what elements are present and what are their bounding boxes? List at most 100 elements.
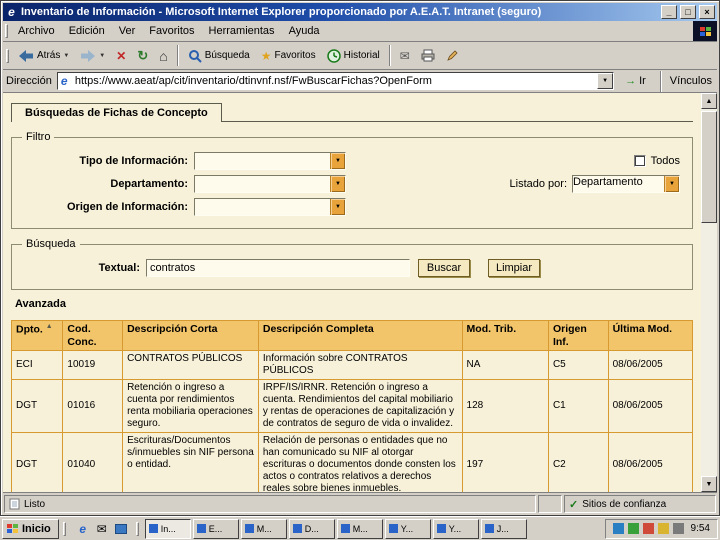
chevron-down-icon[interactable]: ▼ — [330, 176, 345, 192]
start-button[interactable]: Inicio — [2, 518, 59, 539]
origen-informacion-label: Origen de Información: — [66, 201, 188, 213]
limpiar-button[interactable]: Limpiar — [488, 259, 540, 277]
tray-icon[interactable] — [612, 523, 624, 534]
origen-informacion-select[interactable]: ▼ — [194, 198, 346, 216]
vertical-scrollbar[interactable]: ▲ ▼ — [701, 93, 717, 492]
edit-button[interactable] — [441, 44, 464, 68]
chevron-down-icon[interactable]: ▼ — [330, 199, 345, 215]
stop-icon: ✕ — [116, 48, 127, 63]
forward-button[interactable]: ▼ — [75, 44, 110, 68]
links-bar[interactable]: Vínculos — [670, 75, 714, 87]
todos-checkbox[interactable] — [633, 155, 646, 167]
results-table: Dpto. ▲ Cod. Conc. Descripción Corta Des… — [10, 319, 694, 492]
table-row: ECI 10019 CONTRATOS PÚBLICOS Información… — [10, 350, 694, 381]
scrollbar-track[interactable] — [701, 109, 717, 476]
forward-arrow-icon — [81, 49, 96, 62]
busqueda-fieldset: Búsqueda Textual: Buscar Limpiar — [11, 238, 693, 290]
go-button[interactable]: → Ir — [619, 73, 652, 89]
task-icon — [436, 524, 446, 533]
task-button[interactable]: M... — [240, 518, 287, 539]
show-desktop-icon[interactable] — [113, 521, 129, 537]
filter-row-origen: Origen de Información: ▼ — [20, 198, 684, 216]
menu-edicion[interactable]: Edición — [62, 22, 112, 40]
menu-herramientas[interactable]: Herramientas — [202, 22, 282, 40]
menu-archivo[interactable]: Archivo — [11, 22, 62, 40]
listado-por-select[interactable]: Departamento ▼ — [572, 175, 680, 193]
back-dropdown-icon[interactable]: ▼ — [63, 53, 69, 59]
scroll-down-icon[interactable]: ▼ — [701, 476, 717, 492]
cell-descripcion-completa: Información sobre CONTRATOS PÚBLICOS — [257, 350, 463, 381]
task-icon — [244, 524, 254, 533]
mail-button[interactable]: ✉ — [395, 44, 415, 68]
favorites-button[interactable]: ★ Favoritos — [256, 44, 321, 68]
go-label: Ir — [639, 75, 646, 87]
taskbar-grip — [62, 521, 66, 536]
tray-icon[interactable] — [642, 523, 654, 534]
cell-mod-trib: NA — [461, 350, 549, 381]
task-button[interactable]: M... — [336, 518, 383, 539]
departamento-value — [195, 176, 330, 192]
cell-cod-conc: 10019 — [62, 350, 124, 381]
minimize-button[interactable]: _ — [661, 5, 677, 19]
task-button[interactable]: D... — [288, 518, 335, 539]
chevron-down-icon[interactable]: ▼ — [664, 176, 679, 192]
taskbar-clock[interactable]: 9:54 — [691, 523, 710, 534]
print-button[interactable] — [416, 44, 440, 68]
tab-busquedas-fichas[interactable]: Búsquedas de Fichas de Concepto — [11, 103, 222, 122]
task-button[interactable]: Y... — [432, 518, 479, 539]
tray-icon[interactable] — [672, 523, 684, 534]
departamento-select[interactable]: ▼ — [194, 175, 346, 193]
cell-origen-inf: C5 — [547, 350, 609, 381]
refresh-button[interactable]: ↻ — [132, 44, 153, 68]
cell-descripcion-corta: Retención o ingreso a cuenta por rendimi… — [122, 379, 259, 434]
task-button[interactable]: E... — [192, 518, 239, 539]
maximize-button[interactable]: □ — [680, 5, 696, 19]
menu-ver[interactable]: Ver — [112, 22, 143, 40]
address-url[interactable]: https://www.aeat/ap/cit/inventario/dtinv… — [75, 75, 597, 87]
forward-dropdown-icon[interactable]: ▼ — [99, 53, 105, 59]
task-button[interactable]: J... — [480, 518, 527, 539]
history-icon — [326, 48, 341, 63]
textual-input[interactable] — [146, 259, 410, 277]
trusted-sites-icon: ✓ — [569, 498, 579, 511]
cell-dpto: DGT — [10, 432, 64, 492]
task-icon — [148, 524, 158, 533]
address-dropdown-icon[interactable]: ▼ — [597, 73, 614, 89]
task-button[interactable]: In... — [144, 518, 191, 539]
menu-favoritos[interactable]: Favoritos — [142, 22, 201, 40]
tray-icon[interactable] — [657, 523, 669, 534]
home-button[interactable]: ⌂ — [154, 44, 172, 68]
status-pane-spacer — [538, 495, 562, 513]
browser-viewport: Búsquedas de Fichas de Concepto Filtro T… — [3, 93, 717, 493]
avanzada-link[interactable]: Avanzada — [15, 298, 66, 310]
toolbar-grip[interactable] — [6, 48, 9, 63]
history-button[interactable]: Historial — [322, 44, 385, 68]
tray-icon[interactable] — [627, 523, 639, 534]
search-icon — [188, 49, 202, 63]
address-bar: Dirección e https://www.aeat/ap/cit/inve… — [3, 70, 717, 93]
cell-cod-conc: 01040 — [62, 432, 124, 492]
task-button[interactable]: Y... — [384, 518, 431, 539]
menu-ayuda[interactable]: Ayuda — [282, 22, 327, 40]
buscar-button[interactable]: Buscar — [418, 259, 470, 277]
chevron-down-icon[interactable]: ▼ — [330, 153, 345, 169]
stop-button[interactable]: ✕ — [111, 44, 131, 68]
scroll-up-icon[interactable]: ▲ — [701, 93, 717, 109]
mail-quicklaunch-icon[interactable]: ✉ — [94, 521, 110, 537]
back-button[interactable]: Atrás ▼ — [13, 44, 74, 68]
close-button[interactable]: × — [699, 5, 715, 19]
header-dpto[interactable]: Dpto. ▲ — [10, 319, 64, 352]
menu-grip[interactable] — [5, 24, 8, 38]
header-mod-trib: Mod. Trib. — [461, 319, 549, 352]
cell-descripcion-corta: Escrituras/Documentos s/inmuebles sin NI… — [122, 432, 259, 492]
tipo-informacion-select[interactable]: ▼ — [194, 152, 346, 170]
task-buttons: In... E... M... D... M... Y... Y... J... — [144, 518, 602, 539]
title-bar[interactable]: e Inventario de Información - Microsoft … — [3, 3, 717, 21]
ie-quicklaunch-icon[interactable]: e — [75, 521, 91, 537]
scrollbar-thumb[interactable] — [701, 111, 717, 223]
back-label: Atrás — [37, 50, 61, 61]
history-label: Historial — [343, 50, 380, 61]
search-button[interactable]: Búsqueda — [183, 44, 255, 68]
table-row: DGT 01040 Escrituras/Documentos s/inmueb… — [10, 432, 694, 492]
address-input[interactable]: e https://www.aeat/ap/cit/inventario/dti… — [56, 72, 615, 90]
